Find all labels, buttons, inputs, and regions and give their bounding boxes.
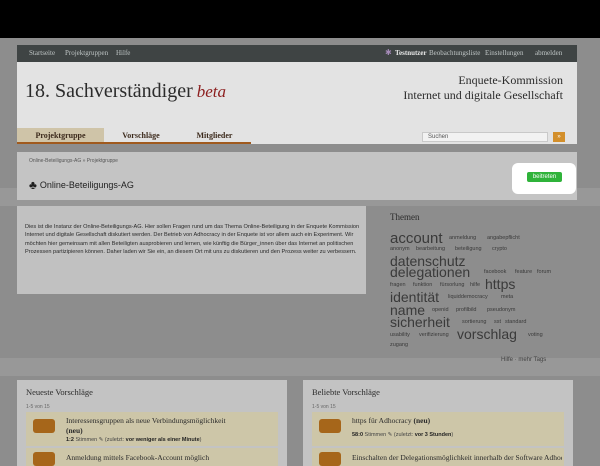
puzzle-icon xyxy=(319,419,341,433)
top-navigation: Startseite Projektgruppen Hilfe ✱ Testnu… xyxy=(17,45,577,62)
user-icon: ✱ xyxy=(385,48,392,57)
vote-count: 58:0 xyxy=(352,432,364,438)
tag-forum[interactable]: forum xyxy=(537,269,551,276)
tag-angabepflicht[interactable]: angabepflicht xyxy=(487,235,520,242)
neueste-vorschlaege-panel: Neueste Vorschläge 1-5 von 15 Interessen… xyxy=(17,380,287,466)
page-title: ♣ Online-Beteiligungs-AG xyxy=(29,178,134,192)
tag-crypto[interactable]: crypto xyxy=(492,246,507,253)
meta-suffix: ) xyxy=(199,437,202,443)
tab-projektgruppe[interactable]: Projektgruppe xyxy=(17,128,104,144)
tag-delegationen[interactable]: delegationen xyxy=(390,265,470,279)
enquete-line-2: Internet und digitale Gesellschaft xyxy=(403,88,563,102)
tag-sortierung[interactable]: sortierung xyxy=(462,319,486,326)
beliebte-vorschlaege-panel: Beliebte Vorschläge 1-5 von 15 https für… xyxy=(303,380,573,466)
nav-link-beobachtungsliste[interactable]: Beobachtungsliste xyxy=(429,49,480,57)
nav-link-startseite[interactable]: Startseite xyxy=(29,49,55,57)
tag-fürsorlung[interactable]: fürsorlung xyxy=(440,282,464,289)
list-item[interactable]: Einschalten der Delegationsmöglichkeit i… xyxy=(312,448,564,466)
group-icon: ♣ xyxy=(29,178,37,192)
meta-time: vor weniger als einer Minute xyxy=(125,437,200,443)
tag-openid[interactable]: openid xyxy=(432,307,449,314)
tag-funktion[interactable]: funktion xyxy=(413,282,432,289)
group-header-box: Online-Beteiligungs-AG » Projektgruppe ♣… xyxy=(17,152,577,200)
proposal-title[interactable]: Einschalten der Delegationsmöglichkeit i… xyxy=(352,453,562,462)
search-input[interactable]: Suchen xyxy=(422,132,548,142)
page-title-text: Online-Beteiligungs-AG xyxy=(39,180,134,190)
panel-count: 1-5 von 15 xyxy=(26,404,50,410)
votes-label: Stimmen xyxy=(75,437,98,443)
tag-account[interactable]: account xyxy=(390,231,443,246)
beta-label: beta xyxy=(196,82,227,101)
tag-zugang[interactable]: zugang xyxy=(390,342,408,349)
user-name-link[interactable]: Testnutzer xyxy=(395,49,427,57)
comment-icon: ✎ xyxy=(98,437,104,443)
enquete-line-1: Enquete-Kommission xyxy=(458,73,563,87)
nav-link-einstellungen[interactable]: Einstellungen xyxy=(485,49,524,57)
nav-link-abmelden[interactable]: abmelden xyxy=(535,49,562,57)
tag-fragen[interactable]: fragen xyxy=(390,282,406,289)
proposal-title[interactable]: Anmeldung mittels Facebook-Account mögli… xyxy=(66,453,276,462)
screen: Startseite Projektgruppen Hilfe ✱ Testnu… xyxy=(0,0,600,466)
search-button[interactable]: » xyxy=(553,132,565,142)
proposal-status: (neu) xyxy=(66,426,83,435)
panel-title: Neueste Vorschläge xyxy=(26,387,93,397)
join-button[interactable]: beitreten xyxy=(527,172,562,182)
puzzle-icon xyxy=(319,452,341,466)
site-title-text: 18. Sachverständiger xyxy=(25,80,193,102)
tag-liquiddemocracy[interactable]: liquiddemocracy xyxy=(448,294,488,301)
tag-facebook[interactable]: facebook xyxy=(484,269,506,276)
tag-hilfe[interactable]: hilfe xyxy=(470,282,480,289)
description-text: Dies ist die Instanz der Online-Beteilig… xyxy=(25,224,360,256)
vote-count: 1:2 xyxy=(66,437,74,443)
meta-prefix: (zuletzt: xyxy=(104,437,125,443)
proposal-title-text: https für Adhocracy xyxy=(352,416,412,425)
site-title[interactable]: 18. Sachverständiger beta xyxy=(25,80,226,103)
puzzle-icon xyxy=(33,452,55,466)
tab-vorschlaege[interactable]: Vorschläge xyxy=(104,128,178,144)
tag-cloud-footer[interactable]: Hilfe · mehr Tags xyxy=(501,357,546,363)
tag-feature[interactable]: feature xyxy=(515,269,532,276)
proposal-title[interactable]: https für Adhocracy (neu) xyxy=(352,416,562,426)
list-item[interactable]: Interessensgruppen als neue Verbindungsm… xyxy=(26,412,278,446)
proposal-meta: 1:2 Stimmen ✎ (zuletzt: vor weniger als … xyxy=(66,437,201,443)
puzzle-icon xyxy=(33,419,55,433)
list-item[interactable]: https für Adhocracy (neu) 58:0 Stimmen ✎… xyxy=(312,412,564,446)
tag-usability[interactable]: usability xyxy=(390,332,410,339)
proposal-status: (neu) xyxy=(413,416,431,425)
meta-time: vor 3 Stunden xyxy=(414,432,452,438)
tag-meta[interactable]: meta xyxy=(501,294,513,301)
proposal-title-text: Interessensgruppen als neue Verbindungsm… xyxy=(66,416,226,425)
tag-pseudonym[interactable]: pseudonym xyxy=(487,307,515,314)
tag-https[interactable]: https xyxy=(485,277,515,291)
description-box: Dies ist die Instanz der Online-Beteilig… xyxy=(17,206,366,294)
meta-suffix: ) xyxy=(451,432,454,438)
comment-icon: ✎ xyxy=(387,432,393,438)
tag-vorschlag[interactable]: vorschlag xyxy=(457,327,517,341)
tag-verifizierung[interactable]: verifizierung xyxy=(419,332,449,339)
panel-count: 1-5 von 15 xyxy=(312,404,336,410)
tag-beteiligung[interactable]: beteiligung xyxy=(455,246,482,253)
list-item[interactable]: Anmeldung mittels Facebook-Account mögli… xyxy=(26,448,278,466)
tag-voting[interactable]: voting xyxy=(528,332,543,339)
themen-title: Themen xyxy=(390,212,420,222)
proposal-title[interactable]: Interessensgruppen als neue Verbindungsm… xyxy=(66,416,276,436)
tab-mitglieder[interactable]: Mitglieder xyxy=(178,128,251,144)
nav-link-hilfe[interactable]: Hilfe xyxy=(116,49,130,57)
panel-title: Beliebte Vorschläge xyxy=(312,387,380,397)
tag-anmeldung[interactable]: anmeldung xyxy=(449,235,476,242)
tag-bearbeitung[interactable]: bearbeitung xyxy=(416,246,445,253)
nav-link-projektgruppen[interactable]: Projektgruppen xyxy=(65,49,108,57)
proposal-meta: 58:0 Stimmen ✎ (zuletzt: vor 3 Stunden) xyxy=(352,432,453,438)
tag-profilbild[interactable]: profilbild xyxy=(456,307,476,314)
votes-label: Stimmen xyxy=(364,432,387,438)
tag-sst[interactable]: sst xyxy=(494,319,501,326)
tag-anonym[interactable]: anonym xyxy=(390,246,410,253)
meta-prefix: (zuletzt: xyxy=(393,432,414,438)
tag-sicherheit[interactable]: sicherheit xyxy=(390,315,450,329)
breadcrumb[interactable]: Online-Beteiligungs-AG » Projektgruppe xyxy=(29,158,118,164)
tag-standard[interactable]: standard xyxy=(505,319,526,326)
